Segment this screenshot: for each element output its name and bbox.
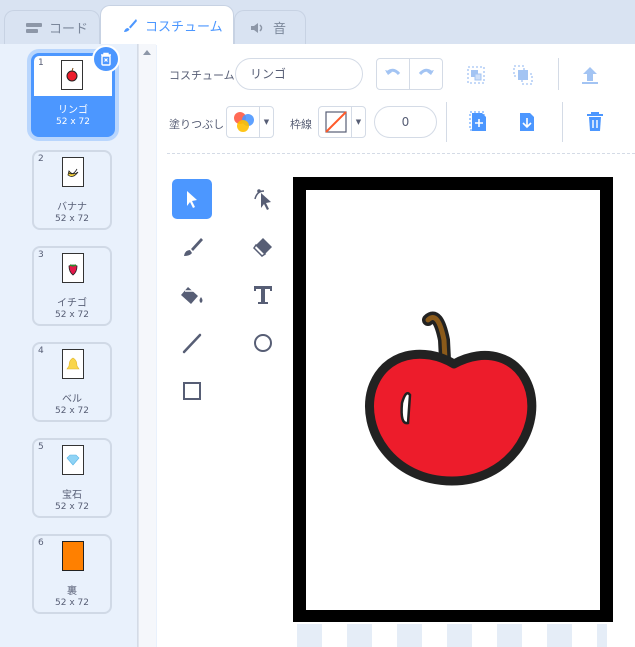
redo-icon <box>418 68 434 76</box>
fill-tool[interactable] <box>172 275 212 315</box>
eraser-tool[interactable] <box>243 227 283 267</box>
costume-thumbnail <box>61 60 83 90</box>
chevron-down-icon: ▼ <box>351 107 365 137</box>
costume-name: イチゴ <box>57 298 87 309</box>
costume-name-input[interactable]: リンゴ <box>235 58 363 90</box>
undo-button[interactable] <box>376 58 410 90</box>
costume-name: 裏 <box>67 586 77 597</box>
costume-number: 4 <box>38 346 44 356</box>
forward-layer-button[interactable] <box>575 60 605 90</box>
text-tool[interactable] <box>243 275 283 315</box>
arrow-up-icon <box>582 67 598 84</box>
costume-size: 52 x 72 <box>55 310 89 320</box>
costume-thumbnail <box>62 445 84 475</box>
brush-icon <box>184 238 203 256</box>
costume-size: 52 x 72 <box>55 598 89 608</box>
paint-editor: コスチューム リンゴ 塗りつぶし ▼ 枠線 ▼ 0 <box>157 44 635 647</box>
trash-icon <box>101 52 111 66</box>
costume-item-3[interactable]: 3 イチゴ 52 x 72 <box>32 246 112 326</box>
tab-bar: コード 音 コスチューム <box>0 0 635 45</box>
ungroup-button[interactable] <box>509 60 539 90</box>
tab-sounds[interactable]: 音 <box>234 10 306 44</box>
outline-label: 枠線 <box>290 118 312 131</box>
paste-button[interactable] <box>512 107 542 137</box>
costume-number: 1 <box>38 58 44 68</box>
costume-number: 3 <box>38 250 44 260</box>
costume-thumbnail <box>62 541 84 571</box>
tab-code[interactable]: コード <box>4 10 100 44</box>
costume-name: 宝石 <box>62 490 82 501</box>
costume-card <box>306 190 600 610</box>
copy-button[interactable] <box>464 107 494 137</box>
outline-width-input[interactable]: 0 <box>374 106 437 138</box>
costume-size: 52 x 72 <box>55 502 89 512</box>
select-tool[interactable] <box>172 179 212 219</box>
costume-number: 5 <box>38 442 44 452</box>
circle-icon <box>254 334 272 352</box>
tab-sounds-label: 音 <box>273 22 287 37</box>
apple-drawing <box>365 311 537 486</box>
costume-item-5[interactable]: 5 宝石 52 x 72 <box>32 438 112 518</box>
costume-item-6[interactable]: 6 裏 52 x 72 <box>32 534 112 614</box>
scroll-up-arrow-icon[interactable] <box>143 50 151 55</box>
brush-tool[interactable] <box>172 227 212 267</box>
group-button[interactable] <box>461 60 491 90</box>
fill-label: 塗りつぶし <box>169 118 225 131</box>
costume-name: リンゴ <box>58 105 88 116</box>
trash-icon <box>587 112 603 131</box>
fill-color-swatch <box>234 112 254 132</box>
costume-number: 6 <box>38 538 44 548</box>
costume-size: 52 x 72 <box>55 406 89 416</box>
fill-color-dropdown[interactable]: ▼ <box>226 106 274 138</box>
code-icon <box>25 20 43 36</box>
rectangle-tool[interactable] <box>172 371 212 411</box>
costume-item-2[interactable]: 2 バナナ 52 x 72 <box>32 150 112 230</box>
reshape-icon <box>254 189 271 210</box>
rectangle-icon <box>183 382 201 400</box>
line-icon <box>182 333 202 354</box>
costume-list[interactable]: 1 リンゴ 52 x 72 2 バナナ 52 x 72 3 イチゴ 52 x 7… <box>0 44 138 647</box>
canvas-background-grid <box>297 624 607 647</box>
delete-button[interactable] <box>580 107 610 137</box>
tab-code-label: コード <box>49 22 89 37</box>
costume-name: バナナ <box>57 202 87 213</box>
line-tool[interactable] <box>172 323 212 363</box>
costume-thumbnail <box>62 349 84 379</box>
costume-size: 52 x 72 <box>56 117 90 127</box>
delete-costume-button[interactable] <box>92 45 120 73</box>
reshape-tool[interactable] <box>243 179 283 219</box>
chevron-down-icon: ▼ <box>259 107 273 137</box>
speaker-icon <box>249 20 267 36</box>
costume-list-scrollbar[interactable] <box>138 44 156 647</box>
group-icon <box>467 66 485 84</box>
costume-name-label: コスチューム <box>169 69 235 82</box>
circle-tool[interactable] <box>243 323 283 363</box>
text-icon <box>254 286 272 304</box>
tab-costumes[interactable]: コスチューム <box>100 5 234 45</box>
drawing-canvas[interactable] <box>293 177 613 622</box>
costume-name: ベル <box>62 394 82 405</box>
redo-button[interactable] <box>409 58 443 90</box>
costume-item-4[interactable]: 4 ベル 52 x 72 <box>32 342 112 422</box>
outline-color-dropdown[interactable]: ▼ <box>318 106 366 138</box>
outline-color-swatch <box>325 111 347 133</box>
copy-icon <box>469 111 486 131</box>
costume-size: 52 x 72 <box>55 214 89 224</box>
paste-icon <box>520 113 534 131</box>
brush-icon <box>121 18 139 34</box>
arrow-pointer-icon <box>187 191 197 208</box>
costume-thumbnail <box>62 253 84 283</box>
ungroup-icon <box>513 65 533 85</box>
eraser-icon <box>253 238 272 257</box>
paint-bucket-icon <box>181 287 203 304</box>
costume-thumbnail <box>62 157 84 187</box>
costume-number: 2 <box>38 154 44 164</box>
tab-costumes-label: コスチューム <box>145 20 223 35</box>
undo-icon <box>385 68 401 76</box>
